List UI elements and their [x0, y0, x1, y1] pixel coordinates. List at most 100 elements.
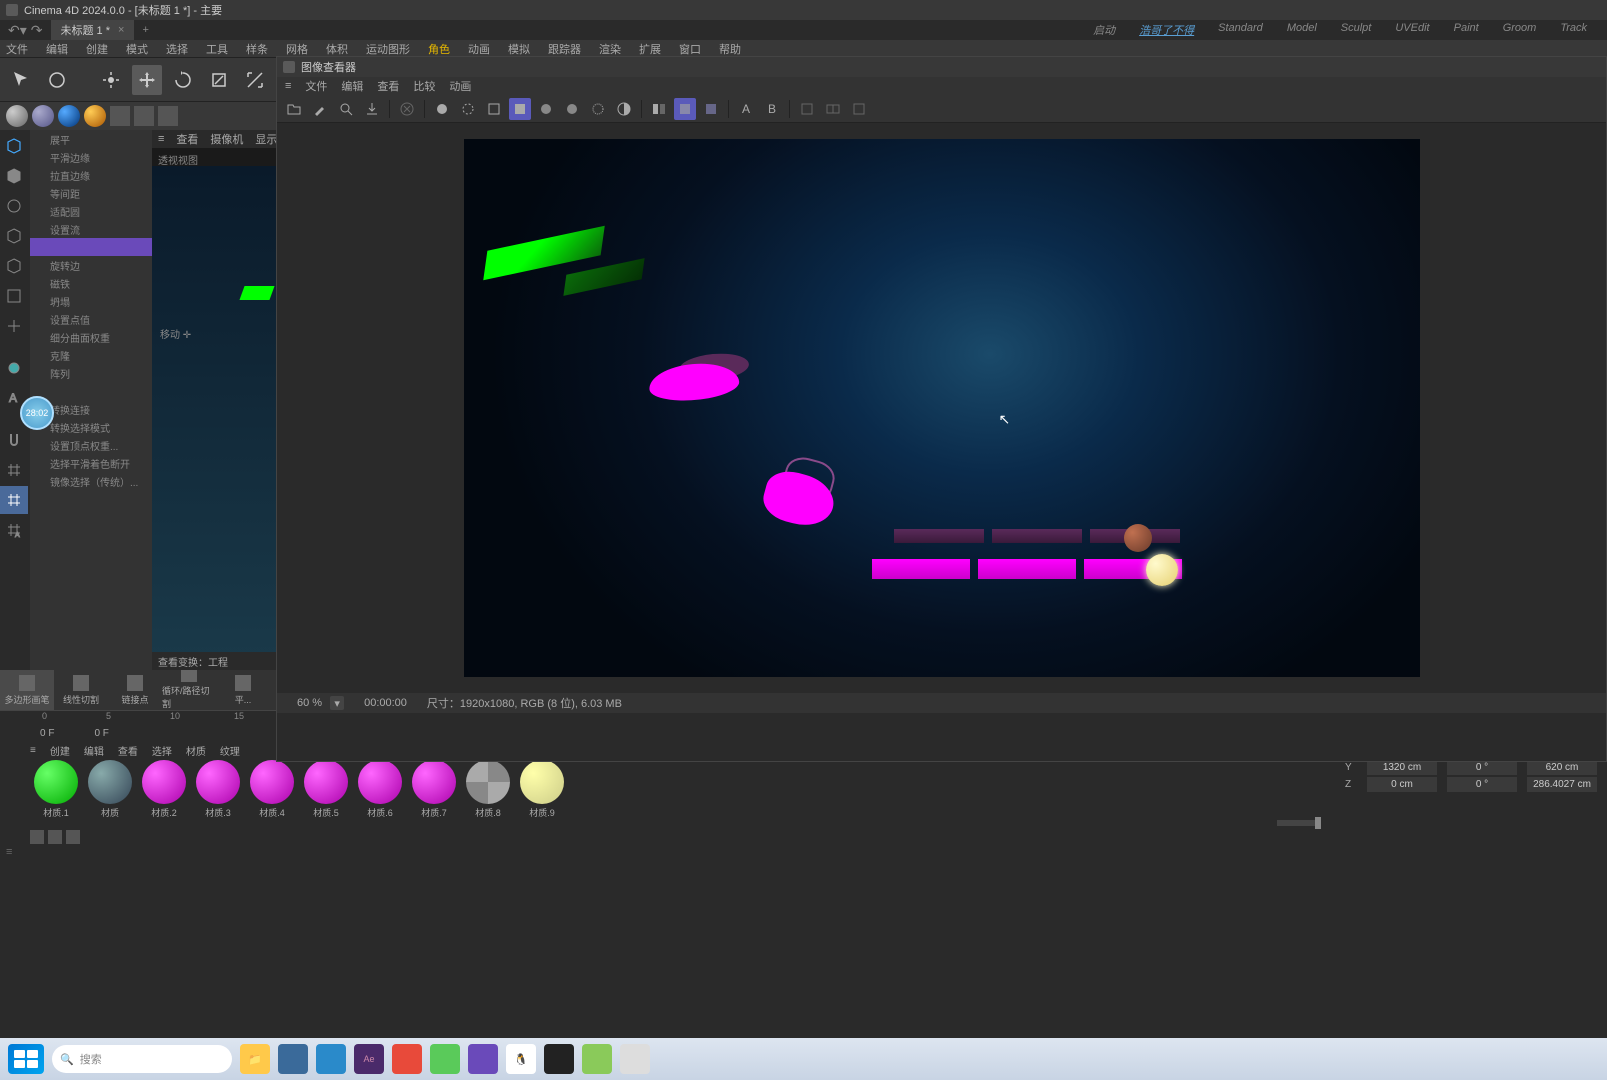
pv-menu-file[interactable]: 文件: [305, 78, 327, 94]
size-slider[interactable]: [1277, 820, 1317, 826]
menu-item-9[interactable]: 运动图形: [366, 41, 410, 57]
material-1[interactable]: 材质: [84, 760, 136, 819]
material-4[interactable]: 材质.4: [246, 760, 298, 819]
pv-menu-compare[interactable]: 比较: [413, 78, 435, 94]
taskbar-explorer-icon[interactable]: 📁: [240, 1044, 270, 1074]
pv-hamburger-icon[interactable]: ≡: [285, 80, 291, 92]
material-6[interactable]: 材质.6: [354, 760, 406, 819]
select-tool[interactable]: [6, 65, 36, 95]
palette-2[interactable]: 链接点: [108, 670, 162, 710]
pv-open-button[interactable]: [283, 98, 305, 120]
current-frame[interactable]: 0 F: [40, 728, 54, 739]
tool-item-18[interactable]: 选择平滑着色断开: [30, 454, 152, 472]
menu-item-0[interactable]: 文件: [6, 41, 28, 57]
grid-snap-button[interactable]: [0, 456, 28, 484]
vp-menu-display[interactable]: 显示: [255, 131, 277, 147]
menu-item-12[interactable]: 模拟: [508, 41, 530, 57]
live-select-tool[interactable]: [96, 65, 126, 95]
poly-mode-button[interactable]: [0, 252, 28, 280]
scale-tool[interactable]: [204, 65, 234, 95]
workplane-auto-button[interactable]: A: [0, 516, 28, 544]
coord-z-scale[interactable]: 286.4027 cm: [1527, 777, 1597, 792]
menu-item-1[interactable]: 编辑: [46, 41, 68, 57]
snap-button[interactable]: [0, 426, 28, 454]
pv-picker-button[interactable]: [309, 98, 331, 120]
material-5[interactable]: 材质.5: [300, 760, 352, 819]
menu-item-11[interactable]: 动画: [468, 41, 490, 57]
grid-icon-2[interactable]: [134, 106, 154, 126]
tool-item-7[interactable]: 旋转边: [30, 256, 152, 274]
tool-item-3[interactable]: 等间距: [30, 184, 152, 202]
menu-item-14[interactable]: 渲染: [599, 41, 621, 57]
menu-item-6[interactable]: 样条: [246, 41, 268, 57]
view-grid-icon[interactable]: [48, 830, 62, 844]
pv-history-3[interactable]: [848, 98, 870, 120]
point-mode-button[interactable]: [0, 192, 28, 220]
pv-compare-b[interactable]: [700, 98, 722, 120]
menu-item-8[interactable]: 体积: [326, 41, 348, 57]
taskbar-app-5[interactable]: [544, 1044, 574, 1074]
visibility-button[interactable]: [0, 354, 28, 382]
pv-layer-button[interactable]: [561, 98, 583, 120]
pv-title-bar[interactable]: 图像查看器: [277, 57, 1606, 77]
tool-item-11[interactable]: 细分曲面权重: [30, 328, 152, 346]
material-9[interactable]: 材质.9: [516, 760, 568, 819]
rotate-tool[interactable]: [168, 65, 198, 95]
pv-save-button[interactable]: [361, 98, 383, 120]
coord-z-rot[interactable]: 0 °: [1447, 777, 1517, 792]
start-button[interactable]: [8, 1044, 44, 1074]
layout-uvedit[interactable]: UVEdit: [1395, 22, 1429, 38]
view-list-icon[interactable]: [30, 830, 44, 844]
tool-item-14[interactable]: [30, 382, 152, 400]
shading-ball-2[interactable]: [32, 105, 54, 127]
taskbar-app-1[interactable]: [278, 1044, 308, 1074]
undo-button[interactable]: ↶▾: [8, 22, 27, 39]
slider-knob[interactable]: [1315, 817, 1321, 829]
pv-channel-r[interactable]: [457, 98, 479, 120]
grid-icon-1[interactable]: [110, 106, 130, 126]
material-8[interactable]: 材质.8: [462, 760, 514, 819]
layout-sculpt[interactable]: Sculpt: [1341, 22, 1372, 38]
menu-item-4[interactable]: 选择: [166, 41, 188, 57]
vp-menu-view[interactable]: 查看: [176, 131, 198, 147]
menu-item-3[interactable]: 模式: [126, 41, 148, 57]
pv-zoom-control[interactable]: 60 % ▾: [297, 696, 344, 710]
lasso-tool[interactable]: [42, 65, 72, 95]
close-tab-icon[interactable]: ×: [118, 24, 124, 36]
taskbar-app-6[interactable]: [582, 1044, 612, 1074]
pv-zoom-button[interactable]: [335, 98, 357, 120]
move-tool[interactable]: [132, 65, 162, 95]
mat-menu-4[interactable]: 材质: [186, 743, 206, 758]
menu-item-13[interactable]: 跟踪器: [548, 41, 581, 57]
workplane-button[interactable]: [0, 486, 28, 514]
menu-item-2[interactable]: 创建: [86, 41, 108, 57]
coord-y-rot[interactable]: 0 °: [1447, 760, 1517, 775]
tool-item-6[interactable]: [30, 238, 152, 256]
redo-button[interactable]: ↷: [31, 22, 43, 39]
hamburger-icon[interactable]: ≡: [158, 133, 164, 145]
pv-history-2[interactable]: [822, 98, 844, 120]
tool-item-0[interactable]: 展平: [30, 130, 152, 148]
pv-channel-rgb[interactable]: [431, 98, 453, 120]
pv-menu-view[interactable]: 查看: [377, 78, 399, 94]
coord-y-pos[interactable]: 1320 cm: [1367, 760, 1437, 775]
pv-zoom-dropdown-icon[interactable]: ▾: [330, 696, 344, 710]
pv-multipass-button[interactable]: [587, 98, 609, 120]
taskbar-app-2[interactable]: [316, 1044, 346, 1074]
material-3[interactable]: 材质.3: [192, 760, 244, 819]
layout-paint[interactable]: Paint: [1454, 22, 1479, 38]
menu-item-7[interactable]: 网格: [286, 41, 308, 57]
document-tab[interactable]: 未标题 1 * ×: [51, 20, 135, 40]
mat-menu-2[interactable]: 查看: [118, 743, 138, 758]
tool-item-2[interactable]: 拉直边缘: [30, 166, 152, 184]
tool-item-19[interactable]: 镜像选择（传统）...: [30, 472, 152, 490]
tool-item-8[interactable]: 磁铁: [30, 274, 152, 292]
pv-compare-a[interactable]: [674, 98, 696, 120]
palette-3[interactable]: 循环/路径切割: [162, 670, 216, 710]
grid-icon-3[interactable]: [158, 106, 178, 126]
pv-contrast-button[interactable]: [613, 98, 635, 120]
coord-z-pos[interactable]: 0 cm: [1367, 777, 1437, 792]
status-hamburger-icon[interactable]: ≡: [0, 846, 12, 858]
menu-item-15[interactable]: 扩展: [639, 41, 661, 57]
mat-menu-3[interactable]: 选择: [152, 743, 172, 758]
